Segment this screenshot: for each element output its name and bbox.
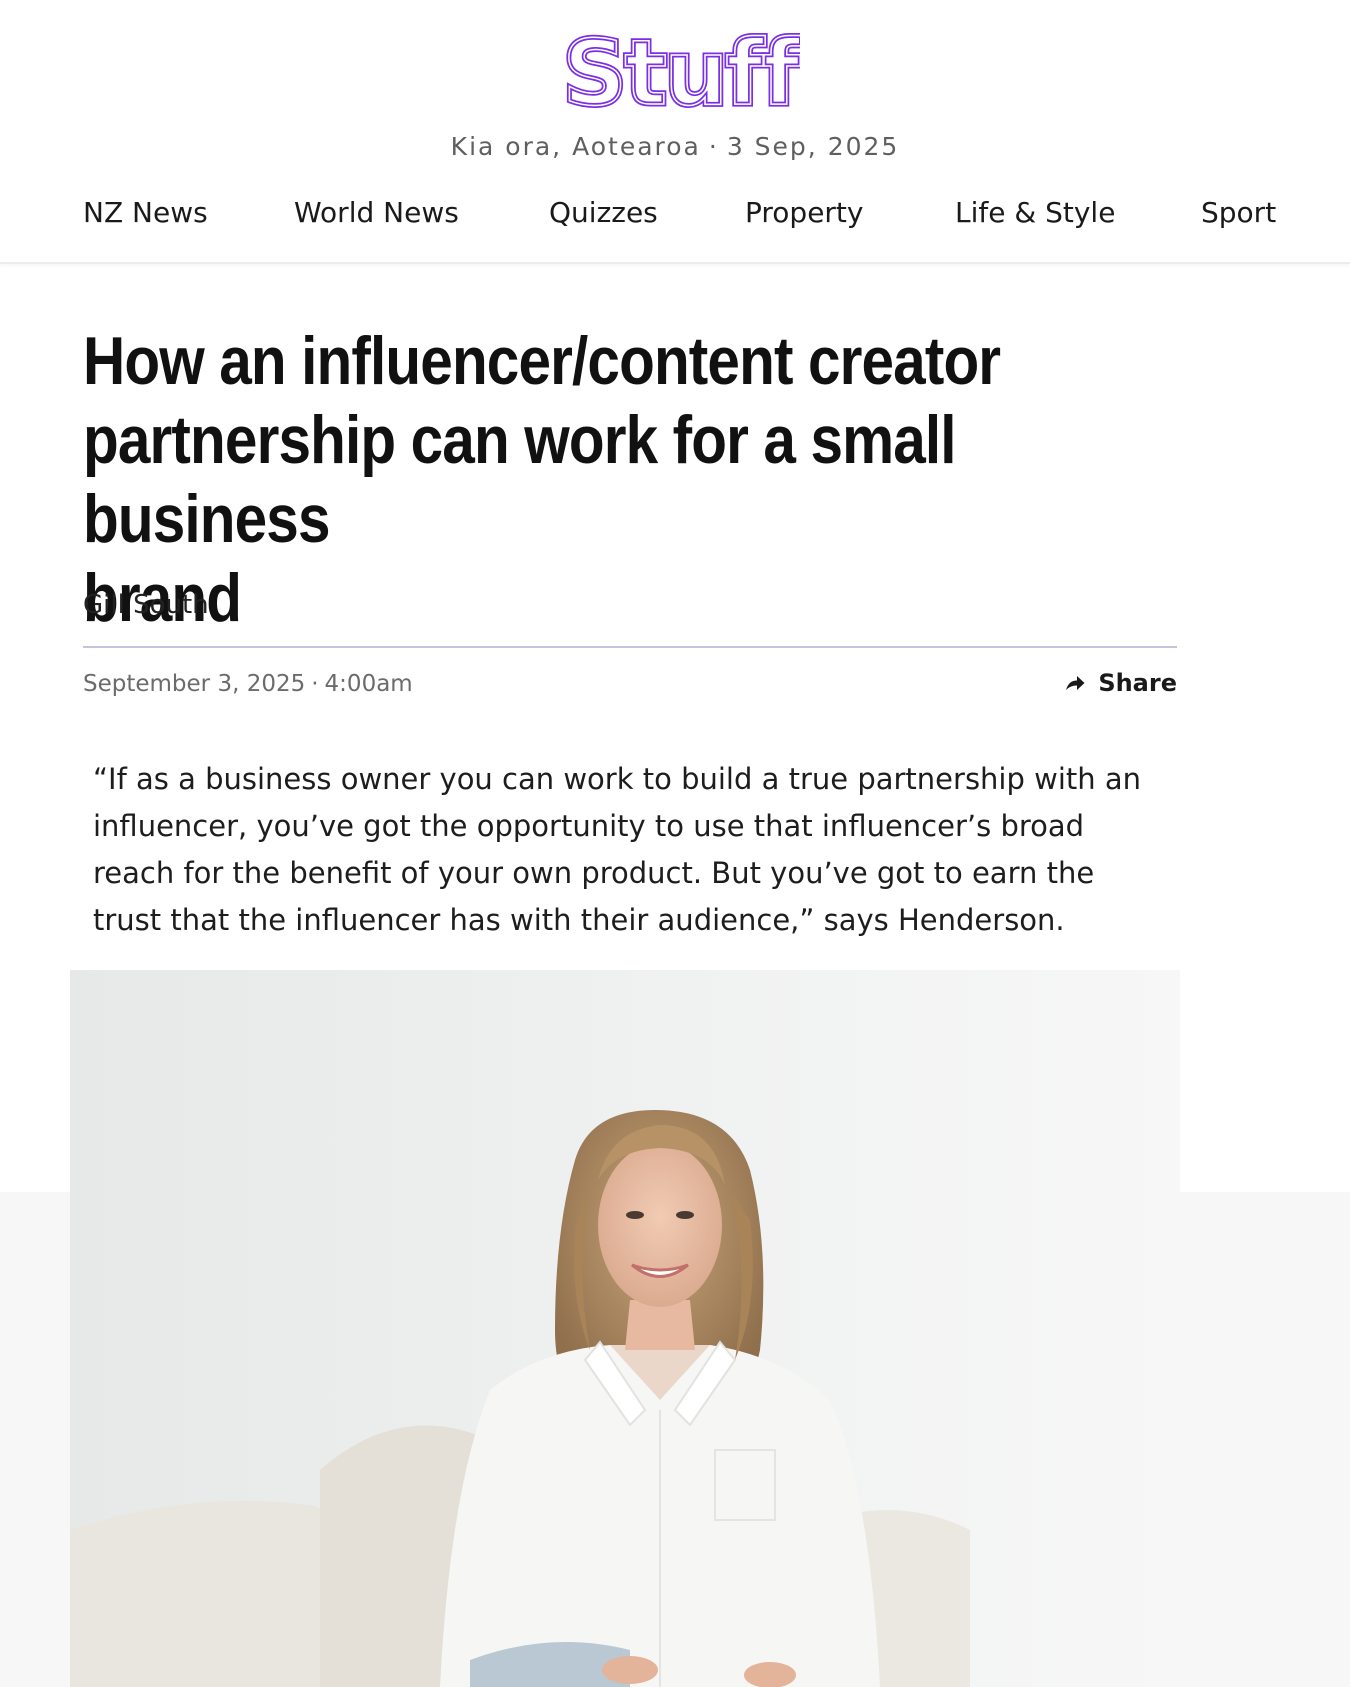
byline-divider <box>83 646 1177 648</box>
quote-line: reach for the benefit of your own produc… <box>93 856 1095 890</box>
published-date: September 3, 2025 <box>83 671 306 697</box>
share-button[interactable]: Share <box>1064 669 1177 697</box>
nav-item-world-news[interactable]: World News <box>294 196 459 229</box>
article-timestamp: September 3, 2025 · 4:00am <box>83 671 413 697</box>
nav-item-sport[interactable]: Sport <box>1201 196 1276 229</box>
headline-line: brand <box>83 560 242 636</box>
greeting-separator: · <box>708 132 719 161</box>
article-author[interactable]: Gill South <box>83 590 209 620</box>
quote-line: “If as a business owner you can work to … <box>93 762 1142 796</box>
headline-line: How an influencer/content creator <box>83 323 1001 399</box>
share-arrow-icon <box>1064 672 1086 694</box>
headline-line: partnership can work for a small busines… <box>83 402 957 557</box>
nav-item-nz-news[interactable]: NZ News <box>83 196 208 229</box>
photo-woman-portrait <box>70 970 1180 1687</box>
meta-separator: · <box>311 671 319 697</box>
published-time: 4:00am <box>324 671 413 697</box>
header-date: 3 Sep, 2025 <box>726 132 900 161</box>
share-label: Share <box>1098 669 1177 697</box>
article-pull-quote: “If as a business owner you can work to … <box>93 756 1153 944</box>
stuff-logo[interactable]: Stuff Stuff <box>560 26 800 118</box>
article-headline: How an influencer/content creator partne… <box>83 322 1038 638</box>
stuff-logo-mark: Stuff Stuff <box>560 26 800 118</box>
quote-line: influencer, you’ve got the opportunity t… <box>93 809 1085 843</box>
header-greeting: Kia ora, Aotearoa · 3 Sep, 2025 <box>0 132 1350 161</box>
logo-wordmark-inner-line: Stuff <box>562 26 800 118</box>
nav-item-quizzes[interactable]: Quizzes <box>549 196 658 229</box>
site-header: Stuff Stuff Kia ora, Aotearoa · 3 Sep, 202… <box>0 0 1350 264</box>
greeting-text: Kia ora, Aotearoa <box>450 132 701 161</box>
article-photo <box>70 970 1180 1687</box>
main-nav: NZ News World News Quizzes Property Life… <box>0 196 1350 240</box>
quote-line: trust that the influencer has with their… <box>93 903 1065 937</box>
nav-item-life-style[interactable]: Life & Style <box>955 196 1115 229</box>
nav-item-property[interactable]: Property <box>745 196 863 229</box>
